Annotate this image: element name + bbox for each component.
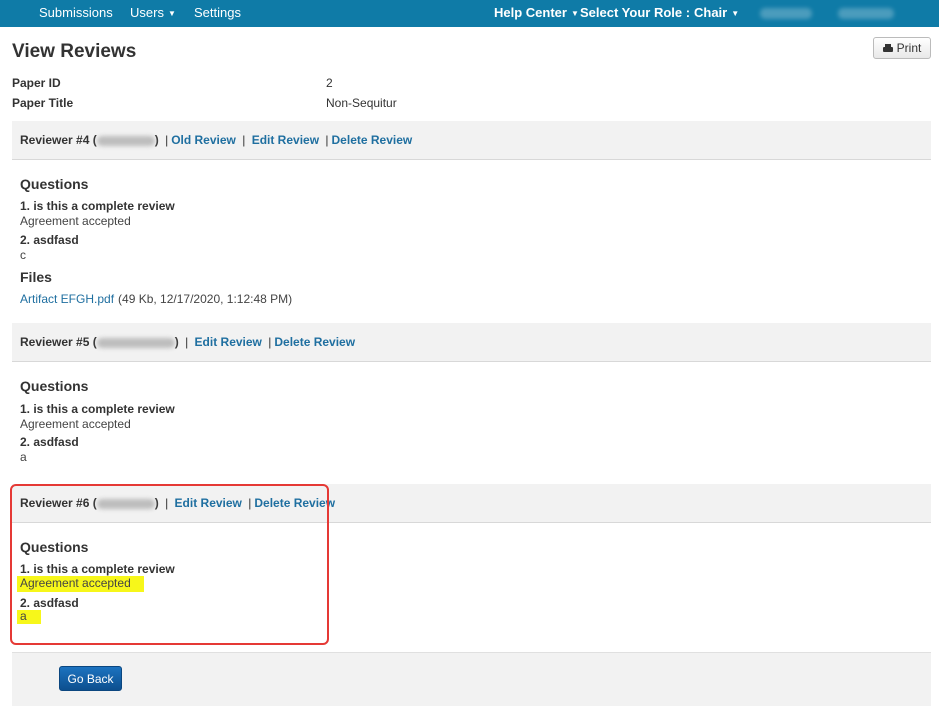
caret-down-icon: ▼ [731, 9, 740, 19]
nav-submissions[interactable]: Submissions [39, 5, 113, 20]
questions-heading: Questions [20, 176, 89, 192]
question-title: 2. asdfasd [20, 435, 79, 449]
questions-heading: Questions [20, 378, 89, 394]
question-answer: a [20, 450, 27, 464]
page-title: View Reviews [12, 41, 137, 62]
reviewer-name: Reviewer #4 ( [20, 133, 97, 147]
page-footer [12, 652, 931, 706]
file-meta: (49 Kb, 12/17/2020, 1:12:48 PM) [118, 292, 293, 306]
question-answer: c [20, 248, 26, 262]
question-title: 1. is this a complete review [20, 402, 175, 416]
nav-users-label: Users [130, 5, 164, 20]
nav-users[interactable]: Users ▼ [130, 5, 176, 20]
question-answer: Agreement accepted [20, 214, 131, 228]
paper-id-value: 2 [326, 76, 333, 90]
nav-settings[interactable]: Settings [194, 5, 241, 20]
caret-down-icon: ▼ [570, 9, 579, 19]
question-answer: Agreement accepted [20, 417, 131, 431]
annotation-box [10, 484, 329, 645]
nav-role-dropdown[interactable]: Chair ▼ [694, 5, 739, 20]
nav-help-center-label: Help Center [494, 5, 567, 20]
print-label: Print [896, 41, 922, 55]
old-review-link[interactable]: Old Review [171, 133, 236, 147]
question-title: 2. asdfasd [20, 233, 79, 247]
review-header: Reviewer #4 () | Old Review | Edit Review… [12, 121, 931, 160]
go-back-button[interactable]: Go Back [59, 666, 122, 691]
caret-down-icon: ▼ [167, 9, 176, 19]
question-title: 1. is this a complete review [20, 199, 175, 213]
blurred-reviewer-name [96, 135, 155, 146]
blurred-reviewer-name [96, 337, 175, 348]
nav-role-label: Chair [694, 5, 728, 20]
nav-help-center[interactable]: Help Center ▼ [494, 5, 579, 20]
edit-review-link[interactable]: Edit Review [195, 335, 262, 349]
printer-icon [882, 43, 893, 53]
review-header: Reviewer #5 () | Edit Review | Delete Rev… [12, 323, 931, 362]
delete-review-link[interactable]: Delete Review [332, 133, 413, 147]
reviewer-name: Reviewer #5 ( [20, 335, 97, 349]
print-button[interactable]: Print [873, 37, 931, 59]
file-entry: Artifact EFGH.pdf (49 Kb, 12/17/2020, 1:1… [20, 292, 292, 306]
delete-review-link[interactable]: Delete Review [274, 335, 355, 349]
blurred-user-menu[interactable] [838, 8, 894, 19]
paper-title-label: Paper Title [12, 96, 74, 110]
paper-title-value: Non-Sequitur [326, 96, 397, 110]
file-download-link[interactable]: Artifact EFGH.pdf [20, 292, 114, 306]
top-nav-bar: Submissions Users ▼ Settings Help Center ▼… [0, 0, 939, 27]
nav-select-role-label: Select Your Role : [580, 5, 691, 20]
blurred-user-name[interactable] [760, 8, 812, 19]
edit-review-link[interactable]: Edit Review [252, 133, 319, 147]
files-heading: Files [20, 269, 52, 285]
paper-id-label: Paper ID [12, 76, 61, 90]
